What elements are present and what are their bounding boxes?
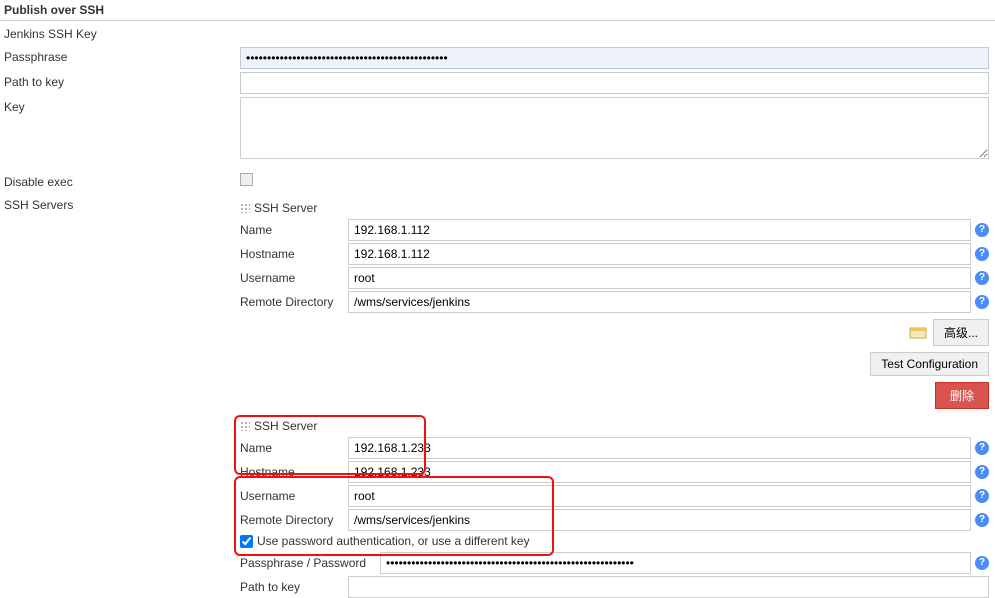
advanced-button[interactable]: 高级... bbox=[933, 319, 989, 346]
drag-handle-icon[interactable] bbox=[240, 203, 250, 213]
server2-name-label: Name bbox=[240, 441, 348, 455]
key-textarea[interactable] bbox=[240, 97, 989, 159]
help-icon[interactable]: ? bbox=[975, 556, 989, 570]
disable-exec-checkbox[interactable] bbox=[240, 173, 253, 186]
help-icon[interactable]: ? bbox=[975, 247, 989, 261]
ssh-server-block-2: SSH Server Name ? Hostname ? Username ? … bbox=[240, 417, 989, 598]
help-icon[interactable]: ? bbox=[975, 441, 989, 455]
use-password-auth-checkbox[interactable] bbox=[240, 535, 253, 548]
help-icon[interactable]: ? bbox=[975, 271, 989, 285]
help-icon[interactable]: ? bbox=[975, 513, 989, 527]
server1-rdir-input[interactable] bbox=[348, 291, 971, 313]
section-title: Publish over SSH bbox=[0, 0, 995, 21]
label-ssh-servers: SSH Servers bbox=[0, 195, 240, 215]
help-icon[interactable]: ? bbox=[975, 223, 989, 237]
server2-path-label: Path to key bbox=[240, 580, 348, 594]
label-path-to-key: Path to key bbox=[0, 72, 240, 92]
server1-user-input[interactable] bbox=[348, 267, 971, 289]
server2-rdir-label: Remote Directory bbox=[240, 513, 348, 527]
server1-user-label: Username bbox=[240, 271, 348, 285]
server1-host-input[interactable] bbox=[348, 243, 971, 265]
test-configuration-button[interactable]: Test Configuration bbox=[870, 352, 989, 376]
ssh-server-header: SSH Server bbox=[254, 419, 317, 433]
delete-button[interactable]: 删除 bbox=[935, 382, 989, 409]
label-key: Key bbox=[0, 97, 240, 117]
ssh-server-block-1: SSH Server Name ? Hostname ? Username ? … bbox=[240, 199, 989, 313]
path-to-key-input[interactable] bbox=[240, 72, 989, 94]
server2-pass-input[interactable] bbox=[380, 552, 971, 574]
use-password-auth-label: Use password authentication, or use a di… bbox=[257, 534, 530, 548]
label-disable-exec: Disable exec bbox=[0, 172, 240, 192]
drag-handle-icon[interactable] bbox=[240, 421, 250, 431]
server1-name-label: Name bbox=[240, 223, 348, 237]
server2-host-label: Hostname bbox=[240, 465, 348, 479]
server2-user-label: Username bbox=[240, 489, 348, 503]
help-icon[interactable]: ? bbox=[975, 489, 989, 503]
label-jenkins-ssh-key: Jenkins SSH Key bbox=[0, 24, 240, 44]
help-icon[interactable]: ? bbox=[975, 465, 989, 479]
server2-pass-label: Passphrase / Password bbox=[240, 556, 380, 570]
passphrase-input[interactable] bbox=[240, 47, 989, 69]
ssh-server-header: SSH Server bbox=[254, 201, 317, 215]
server2-name-input[interactable] bbox=[348, 437, 971, 459]
help-icon[interactable]: ? bbox=[975, 295, 989, 309]
server1-name-input[interactable] bbox=[348, 219, 971, 241]
server1-rdir-label: Remote Directory bbox=[240, 295, 348, 309]
server2-user-input[interactable] bbox=[348, 485, 971, 507]
card-icon bbox=[909, 326, 927, 340]
label-passphrase: Passphrase bbox=[0, 47, 240, 67]
server1-host-label: Hostname bbox=[240, 247, 348, 261]
server2-path-input[interactable] bbox=[348, 576, 989, 598]
server2-host-input[interactable] bbox=[348, 461, 971, 483]
